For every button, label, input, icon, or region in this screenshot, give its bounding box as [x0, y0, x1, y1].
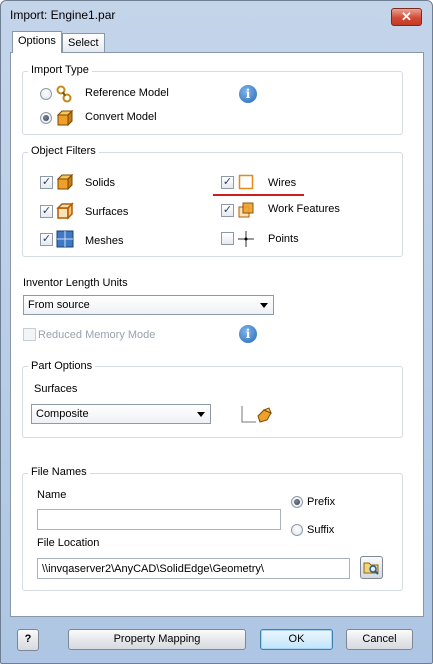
reference-model-radio[interactable]: [40, 88, 52, 100]
reduced-memory-checkbox: [23, 328, 36, 341]
units-select-value: From source: [28, 299, 90, 311]
part-options-label: Part Options: [28, 360, 96, 372]
work-features-icon: [238, 202, 254, 218]
ok-button[interactable]: OK: [260, 629, 333, 650]
wire-square-icon: [238, 174, 254, 190]
surfaces-label: Surfaces: [85, 206, 129, 218]
chevron-down-icon: [260, 303, 268, 308]
wires-highlight-underline: [213, 194, 304, 196]
prefix-label: Prefix: [307, 496, 336, 508]
suffix-radio[interactable]: [291, 524, 303, 536]
meshes-label: Meshes: [85, 235, 124, 247]
name-label: Name: [37, 489, 67, 501]
object-filters-group: [22, 152, 403, 257]
point-crosshair-icon: [238, 231, 254, 247]
convert-model-radio[interactable]: [40, 112, 52, 124]
cancel-button[interactable]: Cancel: [346, 629, 413, 650]
part-options-group: [22, 366, 403, 438]
solids-label: Solids: [85, 177, 115, 189]
browse-folder-button[interactable]: [360, 556, 383, 579]
title-bar[interactable]: Import: Engine1.par ✕: [0, 0, 433, 30]
file-location-label: File Location: [37, 537, 100, 549]
mesh-grid-icon: [56, 230, 74, 248]
solid-cube-icon: [56, 173, 74, 191]
units-label: Inventor Length Units: [23, 277, 128, 289]
work-features-checkbox[interactable]: ✓: [221, 204, 234, 217]
folder-browse-icon: [363, 562, 379, 575]
points-label: Points: [268, 233, 299, 245]
prefix-radio[interactable]: [291, 496, 303, 508]
reference-model-icon: [56, 85, 72, 103]
convert-model-label: Convert Model: [85, 111, 157, 123]
wires-label: Wires: [268, 177, 297, 189]
chevron-down-icon: [197, 412, 205, 417]
reference-model-label: Reference Model: [85, 87, 169, 99]
surfaces-select[interactable]: Composite: [31, 404, 211, 424]
surface-cube-icon: [56, 202, 74, 220]
import-type-label: Import Type: [28, 64, 92, 76]
import-type-group: [22, 71, 403, 135]
name-input[interactable]: [37, 509, 281, 530]
tab-options[interactable]: Options: [12, 31, 62, 53]
convert-model-icon: [56, 109, 73, 127]
file-location-input[interactable]: \\invqaserver2\AnyCAD\SolidEdge\Geometry…: [37, 558, 350, 579]
close-button[interactable]: ✕: [391, 8, 422, 26]
suffix-label: Suffix: [307, 524, 335, 536]
object-filters-label: Object Filters: [28, 145, 99, 157]
property-mapping-button[interactable]: Property Mapping: [68, 629, 246, 650]
import-type-info-icon[interactable]: i: [239, 85, 257, 103]
reduced-memory-info-icon[interactable]: i: [239, 325, 257, 343]
surfaces-checkbox[interactable]: ✓: [40, 205, 53, 218]
meshes-checkbox[interactable]: ✓: [40, 233, 53, 246]
tab-select[interactable]: Select: [62, 33, 105, 53]
help-button[interactable]: ?: [17, 629, 39, 651]
composite-surface-icon: [241, 406, 272, 423]
work-features-label: Work Features: [268, 203, 340, 215]
solids-checkbox[interactable]: ✓: [40, 176, 53, 189]
dialog-title: Import: Engine1.par: [10, 8, 116, 22]
points-checkbox[interactable]: [221, 232, 234, 245]
surfaces-select-value: Composite: [36, 408, 89, 420]
units-select[interactable]: From source: [23, 295, 274, 315]
file-names-label: File Names: [28, 466, 90, 478]
surfaces-option-label: Surfaces: [34, 383, 78, 395]
reduced-memory-label: Reduced Memory Mode: [38, 329, 156, 341]
wires-checkbox[interactable]: ✓: [221, 176, 234, 189]
